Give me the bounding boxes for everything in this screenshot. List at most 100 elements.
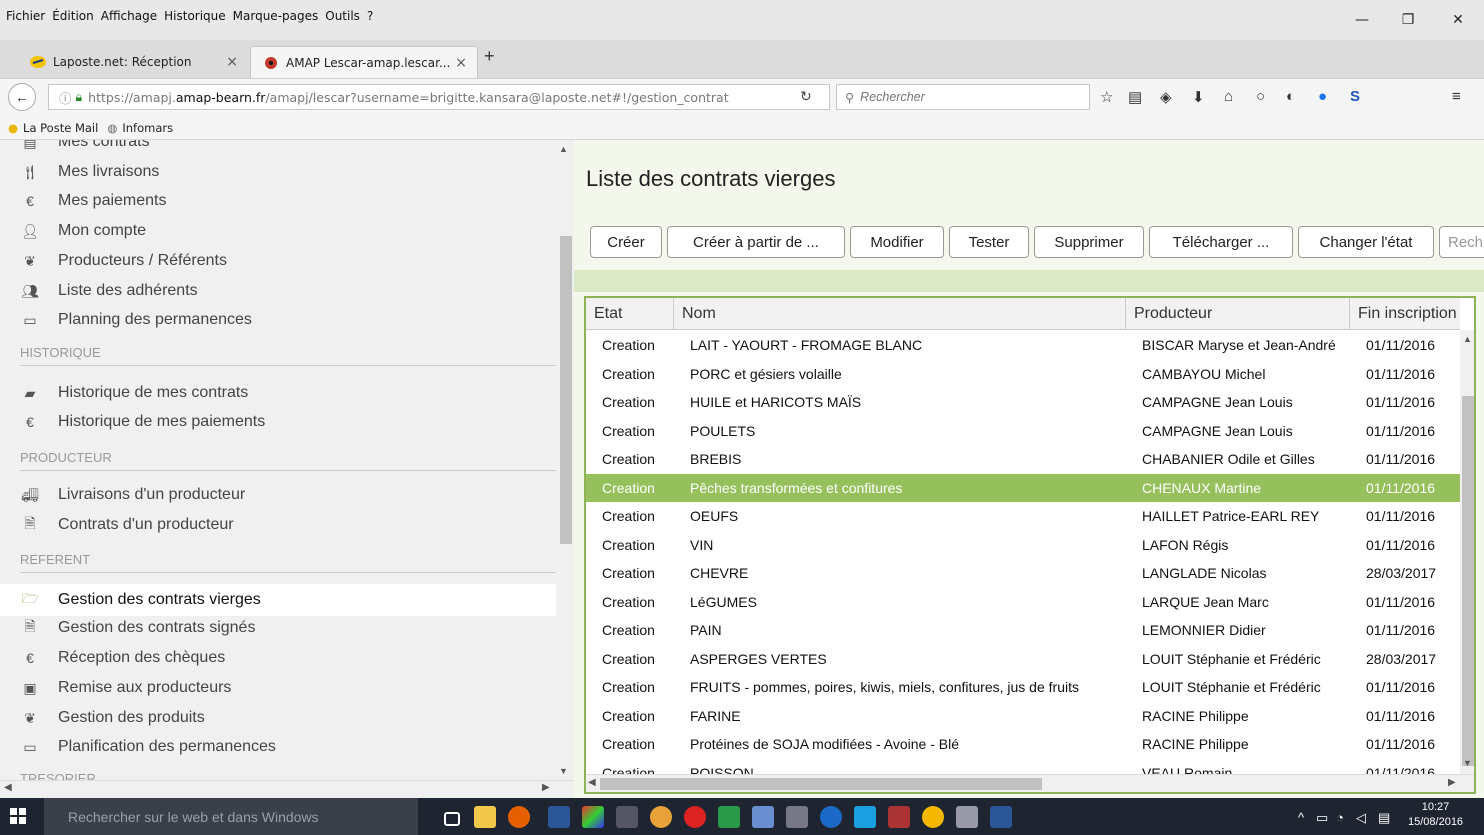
- menu-edition[interactable]: Édition: [52, 9, 94, 23]
- table-hscroll-thumb[interactable]: [600, 778, 1042, 790]
- word-icon[interactable]: [548, 806, 570, 828]
- sidebar-item-contrats-vierges[interactable]: 🗁︎ Gestion des contrats vierges: [20, 588, 260, 612]
- sidebar-item-remise-producteurs[interactable]: ▣ Remise aux producteurs: [20, 676, 231, 700]
- app-icon[interactable]: [616, 806, 638, 828]
- table-row[interactable]: Creation FRUITS - pommes, poires, kiwis, …: [586, 673, 1460, 702]
- notification-icon[interactable]: ▤: [1378, 810, 1390, 826]
- home-icon[interactable]: ⌂: [1224, 88, 1233, 105]
- sidebar-item-historique-contrats[interactable]: ▰ Historique de mes contrats: [20, 381, 249, 405]
- s-extension-icon[interactable]: S: [1350, 88, 1360, 105]
- sidebar-item-livraisons-producteur[interactable]: 🚚︎ Livraisons d'un producteur: [20, 483, 245, 507]
- taskbar-search[interactable]: Rechercher sur le web et dans Windows: [44, 798, 418, 835]
- column-producteur[interactable]: Producteur: [1126, 298, 1350, 330]
- close-window-icon[interactable]: ✕: [1448, 12, 1468, 30]
- close-tab-icon[interactable]: ×: [455, 55, 467, 71]
- app-icon[interactable]: [752, 806, 774, 828]
- url-bar[interactable]: ⓘ 🔒︎ https://amapj. amap-bearn.fr/amapj/l…: [48, 84, 830, 110]
- tray-chevron-icon[interactable]: ^: [1298, 810, 1304, 825]
- column-nom[interactable]: Nom: [674, 298, 1126, 330]
- create-from-button[interactable]: Créer à partir de ...: [667, 226, 845, 258]
- table-row[interactable]: Creation Pêches transformées et confiture…: [586, 473, 1460, 502]
- menu-aide[interactable]: ?: [367, 9, 373, 23]
- extension-icon[interactable]: ◐: [1286, 88, 1295, 105]
- scroll-right-icon[interactable]: ▶: [542, 782, 550, 793]
- sidebar-item-mon-compte[interactable]: 👤︎ Mon compte: [20, 219, 146, 243]
- battery-icon[interactable]: ▭: [1316, 810, 1328, 826]
- app-icon[interactable]: [888, 806, 910, 828]
- create-button[interactable]: Créer: [590, 226, 662, 258]
- hamburger-menu-icon[interactable]: ≡: [1452, 88, 1461, 105]
- reload-icon[interactable]: ↻: [800, 88, 812, 105]
- task-view-icon[interactable]: [444, 812, 460, 826]
- restore-icon[interactable]: ❐: [1398, 12, 1418, 30]
- table-row[interactable]: Creation LéGUMES LARQUE Jean Marc 01/11/201…: [586, 588, 1460, 617]
- sidebar-item-liste-adherents[interactable]: 👥︎ Liste des adhérents: [20, 279, 198, 303]
- app-icon[interactable]: [718, 806, 740, 828]
- menu-historique[interactable]: Historique: [164, 9, 226, 23]
- menu-affichage[interactable]: Affichage: [101, 9, 157, 23]
- close-tab-icon[interactable]: ×: [226, 54, 238, 70]
- scroll-up-icon[interactable]: ▲: [559, 144, 568, 154]
- search-input[interactable]: ⚲ Rechercher: [836, 84, 1090, 110]
- scroll-down-icon[interactable]: ▼: [559, 766, 568, 776]
- table-row[interactable]: Creation BREBIS CHABANIER Odile et Gilles 0…: [586, 445, 1460, 474]
- clock[interactable]: 10:27 15/08/2016: [1408, 800, 1463, 830]
- table-row[interactable]: Creation ASPERGES VERTES LOUIT Stéphanie e…: [586, 645, 1460, 674]
- table-row[interactable]: Creation POULETS CAMPAGNE Jean Louis 01/11/…: [586, 417, 1460, 446]
- paint-icon[interactable]: [582, 806, 604, 828]
- table-vscroll-thumb[interactable]: [1462, 396, 1474, 766]
- tab-laposte[interactable]: Laposte.net: Réception ×: [18, 46, 248, 78]
- column-fin-inscription[interactable]: Fin inscription: [1350, 298, 1474, 330]
- back-button[interactable]: ←: [8, 83, 36, 111]
- new-tab-button[interactable]: +: [484, 46, 495, 67]
- scroll-right-icon[interactable]: ▶: [1448, 777, 1456, 788]
- sidebar-item-mes-livraisons[interactable]: 🍴︎ Mes livraisons: [20, 160, 159, 184]
- app-icon[interactable]: [956, 806, 978, 828]
- scroll-up-icon[interactable]: ▲: [1463, 334, 1472, 344]
- sidebar-item-planification[interactable]: ▭ Planification des permanences: [20, 735, 276, 759]
- firefox-icon[interactable]: [508, 806, 530, 828]
- word-icon[interactable]: [990, 806, 1012, 828]
- table-row[interactable]: Creation VIN LAFON Régis 01/11/2016: [586, 531, 1460, 560]
- sidebar-item-planning[interactable]: ▭ Planning des permanences: [20, 308, 252, 332]
- sidebar-item-producteurs[interactable]: ❦ Producteurs / Référents: [20, 249, 227, 273]
- test-button[interactable]: Tester: [949, 226, 1029, 258]
- download-icon[interactable]: ⬇: [1192, 88, 1205, 106]
- delete-button[interactable]: Supprimer: [1034, 226, 1144, 258]
- table-row[interactable]: Creation HUILE et HARICOTS MAÏS CAMPAGNE J…: [586, 388, 1460, 417]
- star-icon[interactable]: ☆: [1100, 88, 1113, 106]
- volume-icon[interactable]: ◁: [1356, 810, 1366, 826]
- scroll-down-icon[interactable]: ▼: [1463, 758, 1472, 768]
- table-row[interactable]: Creation PORC et gésiers volaille CAMBAYOU…: [586, 360, 1460, 389]
- chat-icon[interactable]: ○: [1256, 88, 1265, 105]
- wifi-icon[interactable]: ◔: [1336, 810, 1344, 825]
- app-icon[interactable]: [684, 806, 706, 828]
- change-state-button[interactable]: Changer l'état: [1298, 226, 1434, 258]
- table-row[interactable]: Creation FARINE RACINE Philippe 01/11/2016: [586, 702, 1460, 731]
- account-icon[interactable]: ●: [1318, 88, 1327, 105]
- minimize-icon[interactable]: —: [1352, 12, 1372, 30]
- table-row[interactable]: Creation Protéines de SOJA modifiées - Av…: [586, 730, 1460, 759]
- app-icon[interactable]: [786, 806, 808, 828]
- windows-start-icon[interactable]: [10, 808, 26, 824]
- sidebar-item-mes-contrats[interactable]: ▤ Mes contrats: [20, 140, 149, 154]
- tab-amap[interactable]: AMAP Lescar-amap.lescar... ×: [250, 46, 478, 78]
- pocket-icon[interactable]: ◈: [1160, 88, 1172, 106]
- menu-outils[interactable]: Outils: [325, 9, 360, 23]
- filter-input[interactable]: Rech: [1439, 226, 1484, 258]
- download-button[interactable]: Télécharger ...: [1149, 226, 1293, 258]
- reading-list-icon[interactable]: ▤: [1128, 88, 1142, 106]
- sidebar-item-gestion-produits[interactable]: ❦ Gestion des produits: [20, 706, 205, 730]
- sidebar-item-contrats-producteur[interactable]: 🗎︎ Contrats d'un producteur: [20, 513, 233, 537]
- bookmark-laposte-mail[interactable]: La Poste Mail: [23, 121, 98, 135]
- menu-marque-pages[interactable]: Marque-pages: [233, 9, 319, 23]
- app-icon[interactable]: [854, 806, 876, 828]
- scroll-left-icon[interactable]: ◀: [588, 777, 596, 788]
- sidebar-item-historique-paiements[interactable]: € Historique de mes paiements: [20, 410, 265, 434]
- table-row[interactable]: Creation LAIT - YAOURT - FROMAGE BLANC BIS…: [586, 331, 1460, 360]
- app-icon[interactable]: [922, 806, 944, 828]
- sidebar-scroll-thumb[interactable]: [560, 236, 572, 544]
- file-explorer-icon[interactable]: [474, 806, 496, 828]
- app-icon[interactable]: [650, 806, 672, 828]
- sidebar-item-reception-cheques[interactable]: € Réception des chèques: [20, 646, 225, 670]
